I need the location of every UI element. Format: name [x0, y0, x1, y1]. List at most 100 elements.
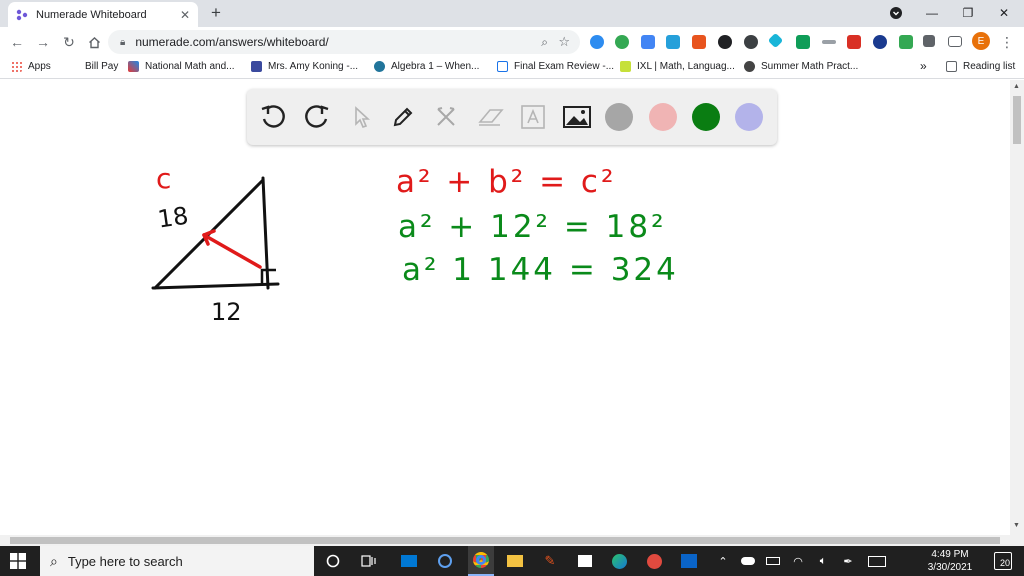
side-label-18: 18 [156, 202, 190, 234]
tab-numerade-whiteboard[interactable]: Numerade Whiteboard ✕ [8, 2, 198, 27]
store-icon[interactable] [574, 551, 596, 571]
hypotenuse-label-c: c [156, 162, 171, 195]
file-explorer-icon[interactable] [504, 551, 526, 571]
apps-grid-icon [11, 61, 22, 72]
outlook-icon[interactable] [678, 551, 700, 571]
notification-center-icon[interactable]: 20 [994, 552, 1012, 570]
tab-close-icon[interactable]: ✕ [180, 8, 190, 22]
taskbar-search-box[interactable]: ⌕ Type here to search [40, 546, 314, 576]
extension-icon[interactable] [873, 35, 887, 49]
address-bar[interactable]: 🔒︎ numerade.com/answers/whiteboard/ ⌕ ☆ [108, 30, 580, 54]
horizontal-scrollbar[interactable] [0, 535, 1024, 546]
browser-toolbar: ← → ↻ 🔒︎ numerade.com/answers/whiteboard… [0, 27, 1024, 57]
extension-icon[interactable] [847, 35, 861, 49]
ixl-icon [620, 61, 631, 72]
chrome-taskbar-icon[interactable] [468, 546, 494, 576]
mail-app-icon[interactable] [398, 551, 420, 571]
media-app-icon[interactable] [434, 551, 456, 571]
search-placeholder: Type here to search [67, 553, 183, 569]
volume-icon[interactable]: 🔈︎ [812, 551, 834, 571]
back-icon[interactable]: ← [8, 33, 26, 51]
extension-icon[interactable] [744, 35, 758, 49]
cast-icon[interactable] [948, 36, 962, 47]
bookmark-bill-pay[interactable]: Bill Pay [68, 61, 118, 72]
extension-icon[interactable] [615, 35, 629, 49]
extension-icon[interactable] [692, 35, 706, 49]
horizontal-scroll-thumb[interactable] [10, 537, 1000, 544]
color-swatch-green[interactable] [692, 103, 720, 131]
eraser-icon[interactable] [475, 101, 507, 133]
wifi-icon[interactable]: ◠ [787, 551, 809, 571]
color-swatch-lavender[interactable] [735, 103, 763, 131]
onedrive-icon[interactable] [737, 551, 759, 571]
bookmark-star-icon[interactable]: ☆ [558, 34, 570, 50]
extension-icon[interactable] [822, 40, 836, 44]
taskbar-clock[interactable]: 4:49 PM 3/30/2021 [920, 548, 980, 574]
image-icon[interactable] [561, 101, 593, 133]
edge-icon[interactable] [608, 551, 630, 571]
reload-icon[interactable]: ↻ [60, 33, 78, 51]
restore-button[interactable]: ❐ [958, 4, 978, 22]
pointer-icon[interactable] [345, 101, 377, 133]
extension-icon[interactable] [666, 35, 680, 49]
extension-icon[interactable] [718, 35, 732, 49]
windows-taskbar: ⌕ Type here to search ✎ ⌃ ◠ 🔈︎ ✒︎ 4:49 P… [0, 546, 1024, 576]
bookmark-ixl[interactable]: IXL | Math, Languag... [620, 61, 735, 72]
cortana-icon[interactable] [322, 551, 344, 571]
summer-math-icon [744, 61, 755, 72]
menu-kebab-icon[interactable]: ⋮ [998, 33, 1016, 51]
zoom-icon[interactable]: ⌕ [541, 35, 548, 50]
color-swatch-gray[interactable] [605, 103, 633, 131]
bookmarks-bar: Apps Bill Pay National Math and... Mrs. … [0, 57, 1024, 79]
close-window-button[interactable]: ✕ [994, 4, 1014, 22]
bookmarks-overflow-button[interactable]: » [920, 59, 927, 73]
battery-icon[interactable] [762, 551, 784, 571]
numerade-logo-icon [16, 9, 28, 21]
national-math-icon [128, 61, 139, 72]
forward-icon[interactable]: → [34, 33, 52, 51]
extension-icon[interactable] [899, 35, 913, 49]
task-view-icon[interactable] [358, 551, 380, 571]
windows-start-icon[interactable] [10, 553, 26, 569]
url-text: numerade.com/answers/whiteboard/ [135, 35, 329, 49]
home-icon[interactable] [85, 33, 103, 51]
profile-avatar[interactable]: E [972, 32, 990, 50]
pen-icon[interactable] [387, 101, 419, 133]
app-red-icon[interactable] [643, 551, 665, 571]
text-icon[interactable] [517, 101, 549, 133]
bookmark-mrs-amy-koning[interactable]: Mrs. Amy Koning -... [251, 61, 358, 72]
bookmark-final-exam-review[interactable]: Final Exam Review -... [497, 61, 614, 72]
extension-icon[interactable] [641, 35, 655, 49]
bookmark-summer-math[interactable]: Summer Math Pract... [744, 61, 858, 72]
bookmark-apps[interactable]: Apps [11, 61, 51, 72]
tray-overflow-icon[interactable]: ⌃ [712, 551, 734, 571]
search-icon: ⌕ [50, 552, 58, 569]
undo-icon[interactable] [257, 101, 289, 133]
minimize-button[interactable]: — [922, 4, 942, 22]
vertical-scrollbar[interactable]: ▲ ▼ [1010, 80, 1024, 535]
extension-icon[interactable] [590, 35, 604, 49]
clock-date: 3/30/2021 [927, 562, 973, 573]
reading-list-button[interactable]: Reading list [946, 61, 1015, 72]
bookmark-national-math[interactable]: National Math and... [128, 61, 235, 72]
doc-icon [497, 61, 508, 72]
whiteboard-drawing: c 18 12 a² + b² = c² a² + 12² = 18² a² 1… [151, 162, 676, 326]
new-tab-button[interactable]: + [206, 3, 226, 23]
redo-icon[interactable] [301, 101, 333, 133]
color-swatch-pink[interactable] [649, 103, 677, 131]
scroll-down-icon[interactable]: ▼ [1013, 522, 1020, 529]
side-label-12: 12 [211, 298, 242, 326]
keyboard-icon[interactable] [866, 551, 888, 571]
vertical-scroll-thumb[interactable] [1013, 96, 1021, 144]
puzzle-extensions-icon[interactable] [923, 35, 935, 47]
extension-icon[interactable] [796, 35, 810, 49]
tools-icon[interactable] [430, 101, 462, 133]
tab-search-icon[interactable] [886, 4, 906, 22]
scroll-up-icon[interactable]: ▲ [1013, 83, 1020, 90]
pen-workspace-icon[interactable]: ✒︎ [837, 551, 859, 571]
bookmark-algebra-1[interactable]: Algebra 1 – When... [374, 61, 479, 72]
pen-app-icon[interactable]: ✎ [539, 551, 561, 571]
notification-count: 20 [999, 558, 1010, 568]
triangle-drawing [151, 176, 280, 290]
equation-substituted: a² + 12² = 18² [398, 209, 667, 245]
